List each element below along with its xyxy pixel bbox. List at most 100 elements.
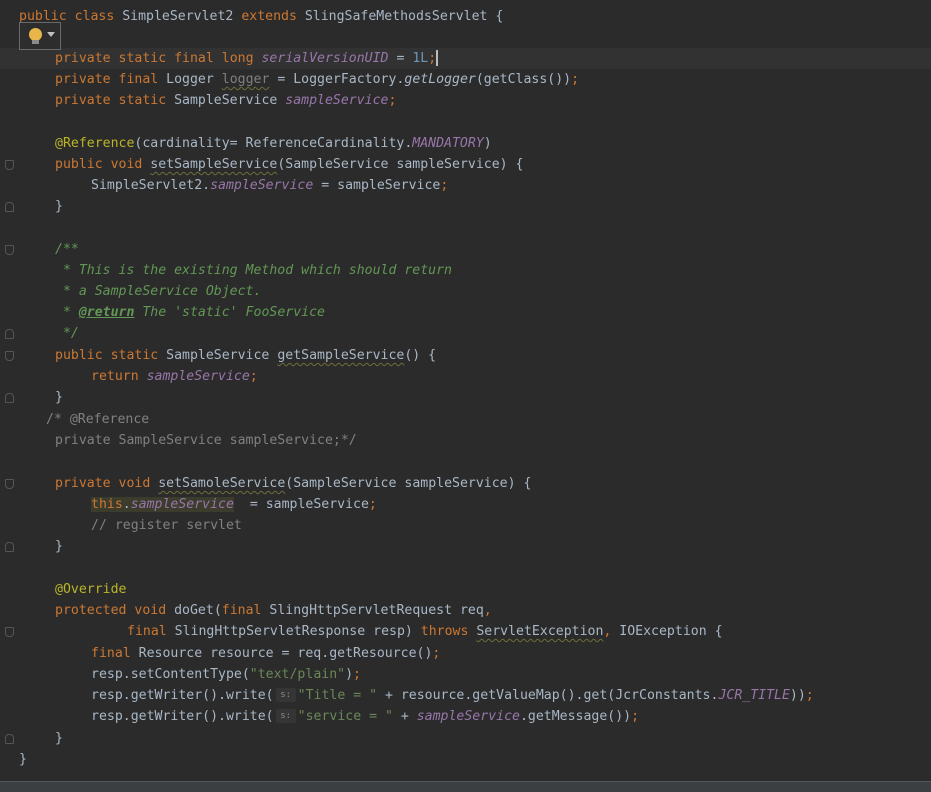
code-line[interactable]: } [0, 536, 931, 557]
code-token: } [19, 752, 27, 767]
code-line[interactable]: private final Logger logger = LoggerFact… [0, 69, 931, 90]
code-token: ) [345, 667, 354, 682]
code-token: * a SampleService Object. [55, 284, 262, 299]
code-token: (SampleService sampleService) { [277, 157, 524, 172]
code-text: this.sampleService = sampleService; [91, 494, 377, 515]
code-token: JCR_TITLE [718, 688, 790, 703]
code-text: public static SampleService getSampleSer… [55, 345, 436, 366]
code-token: void [118, 476, 159, 491]
code-text: * This is the existing Method which shou… [55, 260, 452, 281]
code-token: getSampleService [277, 348, 405, 363]
code-token: Resource resource = req.getResource() [138, 646, 433, 661]
code-line[interactable]: resp.getWriter().write(s: "service = " + … [0, 706, 931, 727]
code-line[interactable]: final Resource resource = req.getResourc… [0, 643, 931, 664]
code-line[interactable]: // register servlet [0, 515, 931, 536]
code-token: The 'static' FooService [134, 305, 325, 320]
code-line[interactable]: } [0, 728, 931, 749]
code-line[interactable]: } [0, 387, 931, 408]
code-token: long [221, 51, 262, 66]
code-line[interactable]: private static SampleService sampleServi… [0, 90, 931, 111]
code-text: resp.getWriter().write(s: "service = " + … [91, 706, 639, 727]
code-text: } [55, 536, 63, 557]
code-text: private void setSamoleService(SampleServ… [55, 473, 531, 494]
code-token: protected [55, 603, 135, 618]
code-token: resp.getWriter().write( [91, 688, 274, 703]
code-text: private SampleService sampleService;*/ [55, 430, 357, 451]
code-line[interactable]: private SampleService sampleService;*/ [0, 430, 931, 451]
code-text: protected void doGet(final SlingHttpServ… [55, 600, 492, 621]
intention-actions-button[interactable] [19, 22, 61, 50]
code-token: public [55, 157, 111, 172]
code-line[interactable]: public void setSampleService(SampleServi… [0, 154, 931, 175]
code-token: )) [789, 688, 806, 703]
code-token: throws [420, 624, 477, 639]
dropdown-arrow-icon [47, 32, 55, 37]
code-token: setSampleService [150, 157, 278, 172]
code-text: return sampleService; [91, 366, 258, 387]
code-line[interactable]: @Override [0, 579, 931, 600]
code-token: SlingHttpServletResponse resp) [174, 624, 421, 639]
code-line[interactable]: @Reference(cardinality= ReferenceCardina… [0, 133, 931, 154]
code-text: /** [55, 239, 79, 260]
code-line[interactable]: public class SimpleServlet2 extends Slin… [0, 6, 931, 27]
code-line[interactable]: * a SampleService Object. [0, 281, 931, 302]
code-line[interactable]: * This is the existing Method which shou… [0, 260, 931, 281]
code-token: static [110, 348, 167, 363]
code-token: private [55, 51, 119, 66]
code-token: "text/plain" [249, 667, 346, 682]
parameter-hint-badge: s: [275, 688, 296, 702]
code-editor[interactable]: public class SimpleServlet2 extends Slin… [0, 0, 931, 792]
code-line[interactable]: } [0, 749, 931, 770]
code-text: final Resource resource = req.getResourc… [91, 643, 440, 664]
code-token: void [134, 603, 175, 618]
code-token: ; [388, 93, 397, 108]
code-token: resp.getWriter().write( [91, 709, 274, 724]
code-line[interactable]: protected void doGet(final SlingHttpServ… [0, 600, 931, 621]
code-token: class [74, 9, 123, 24]
code-token: final [174, 51, 222, 66]
code-token: ; [805, 688, 814, 703]
code-token: this [91, 497, 123, 512]
code-line[interactable]: resp.setContentType("text/plain"); [0, 664, 931, 685]
code-token: final [91, 646, 139, 661]
code-token: MANDATORY [412, 136, 484, 151]
code-line[interactable]: public static SampleService getSampleSer… [0, 345, 931, 366]
code-token: ServletException [476, 624, 604, 639]
code-text: final SlingHttpServletResponse resp) thr… [127, 621, 723, 642]
code-line[interactable]: return sampleService; [0, 366, 931, 387]
code-token: + resource.getValueMap().get(JcrConstant… [377, 688, 719, 703]
code-line[interactable]: this.sampleService = sampleService; [0, 494, 931, 515]
code-text: * a SampleService Object. [55, 281, 262, 302]
code-text: // register servlet [91, 515, 242, 536]
code-token: SlingHttpServletRequest req [269, 603, 484, 618]
code-token: sampleService [130, 497, 234, 512]
code-token: } [55, 199, 63, 214]
code-line[interactable]: private void setSamoleService(SampleServ… [0, 473, 931, 494]
code-token: private [55, 93, 119, 108]
code-token: * [55, 305, 79, 320]
code-line[interactable]: /** [0, 239, 931, 260]
code-token: + [392, 709, 417, 724]
code-line[interactable]: SimpleServlet2.sampleService = sampleSer… [0, 175, 931, 196]
code-token: ; [353, 667, 361, 682]
code-token: (cardinality= ReferenceCardinality. [134, 136, 413, 151]
code-token: sampleService [416, 709, 520, 724]
code-line[interactable]: resp.getWriter().write(s: "Title = " + re… [0, 685, 931, 706]
code-token: static [118, 93, 175, 108]
code-line[interactable]: */ [0, 323, 931, 344]
code-token: ; [571, 72, 580, 87]
code-token: @Reference [55, 136, 135, 151]
code-line[interactable]: * @return The 'static' FooService [0, 302, 931, 323]
code-token: ) [483, 136, 492, 151]
code-line[interactable]: } [0, 196, 931, 217]
code-token: */ [55, 326, 79, 341]
code-token: ; [440, 178, 449, 193]
code-token: } [55, 539, 63, 554]
code-line[interactable]: /* @Reference [0, 409, 931, 430]
code-line[interactable]: final SlingHttpServletResponse resp) thr… [0, 621, 931, 642]
code-line[interactable]: private static final long serialVersionU… [0, 48, 931, 69]
code-text: @Reference(cardinality= ReferenceCardina… [55, 133, 492, 154]
horizontal-scrollbar[interactable] [0, 781, 931, 792]
code-token: final [118, 72, 167, 87]
code-token: ; [428, 51, 437, 66]
